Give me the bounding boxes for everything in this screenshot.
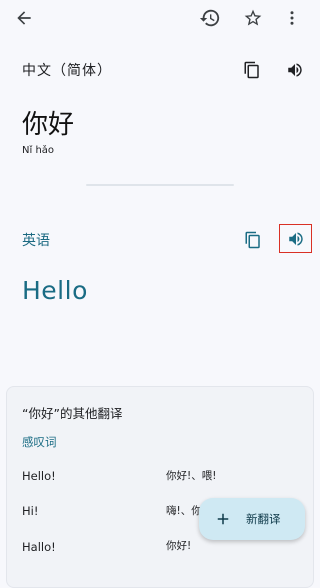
- back-button[interactable]: [8, 6, 40, 30]
- translation-row-meanings: 你好!: [166, 540, 192, 552]
- translation-row-meanings: 你好!、喂!: [166, 470, 217, 482]
- translation-row-word[interactable]: Hi!: [22, 504, 38, 518]
- plus-icon: [214, 510, 232, 528]
- source-language-label[interactable]: 中文（简体）: [22, 60, 112, 80]
- copy-icon: [243, 61, 261, 79]
- source-copy-button[interactable]: [240, 58, 264, 82]
- part-of-speech-label: 感叹词: [22, 435, 57, 449]
- source-listen-button[interactable]: [282, 58, 308, 82]
- favorite-button[interactable]: [240, 6, 266, 30]
- more-options-button[interactable]: [280, 6, 304, 30]
- volume-up-icon: [286, 61, 304, 79]
- translation-row-word[interactable]: Hello!: [22, 469, 56, 483]
- copy-icon: [244, 231, 262, 249]
- star-outline-icon: [243, 8, 263, 28]
- new-translation-button[interactable]: 新翻译: [199, 498, 305, 540]
- history-button[interactable]: [196, 6, 224, 30]
- arrow-back-icon: [14, 8, 34, 28]
- translated-text: Hello: [22, 276, 88, 305]
- target-listen-button[interactable]: [279, 224, 312, 253]
- volume-up-icon: [287, 230, 305, 248]
- other-translations-title: “你好”的其他翻译: [22, 406, 123, 421]
- target-language-label[interactable]: 英语: [22, 230, 50, 250]
- more-vert-icon: [283, 9, 301, 27]
- translation-row-word[interactable]: Hallo!: [22, 540, 56, 554]
- section-divider: [86, 184, 234, 186]
- new-translation-label: 新翻译: [246, 512, 281, 526]
- source-text: 你好: [22, 110, 75, 140]
- source-transliteration: Nǐ hǎo: [22, 145, 55, 156]
- history-icon: [199, 7, 221, 29]
- target-copy-button[interactable]: [241, 228, 265, 252]
